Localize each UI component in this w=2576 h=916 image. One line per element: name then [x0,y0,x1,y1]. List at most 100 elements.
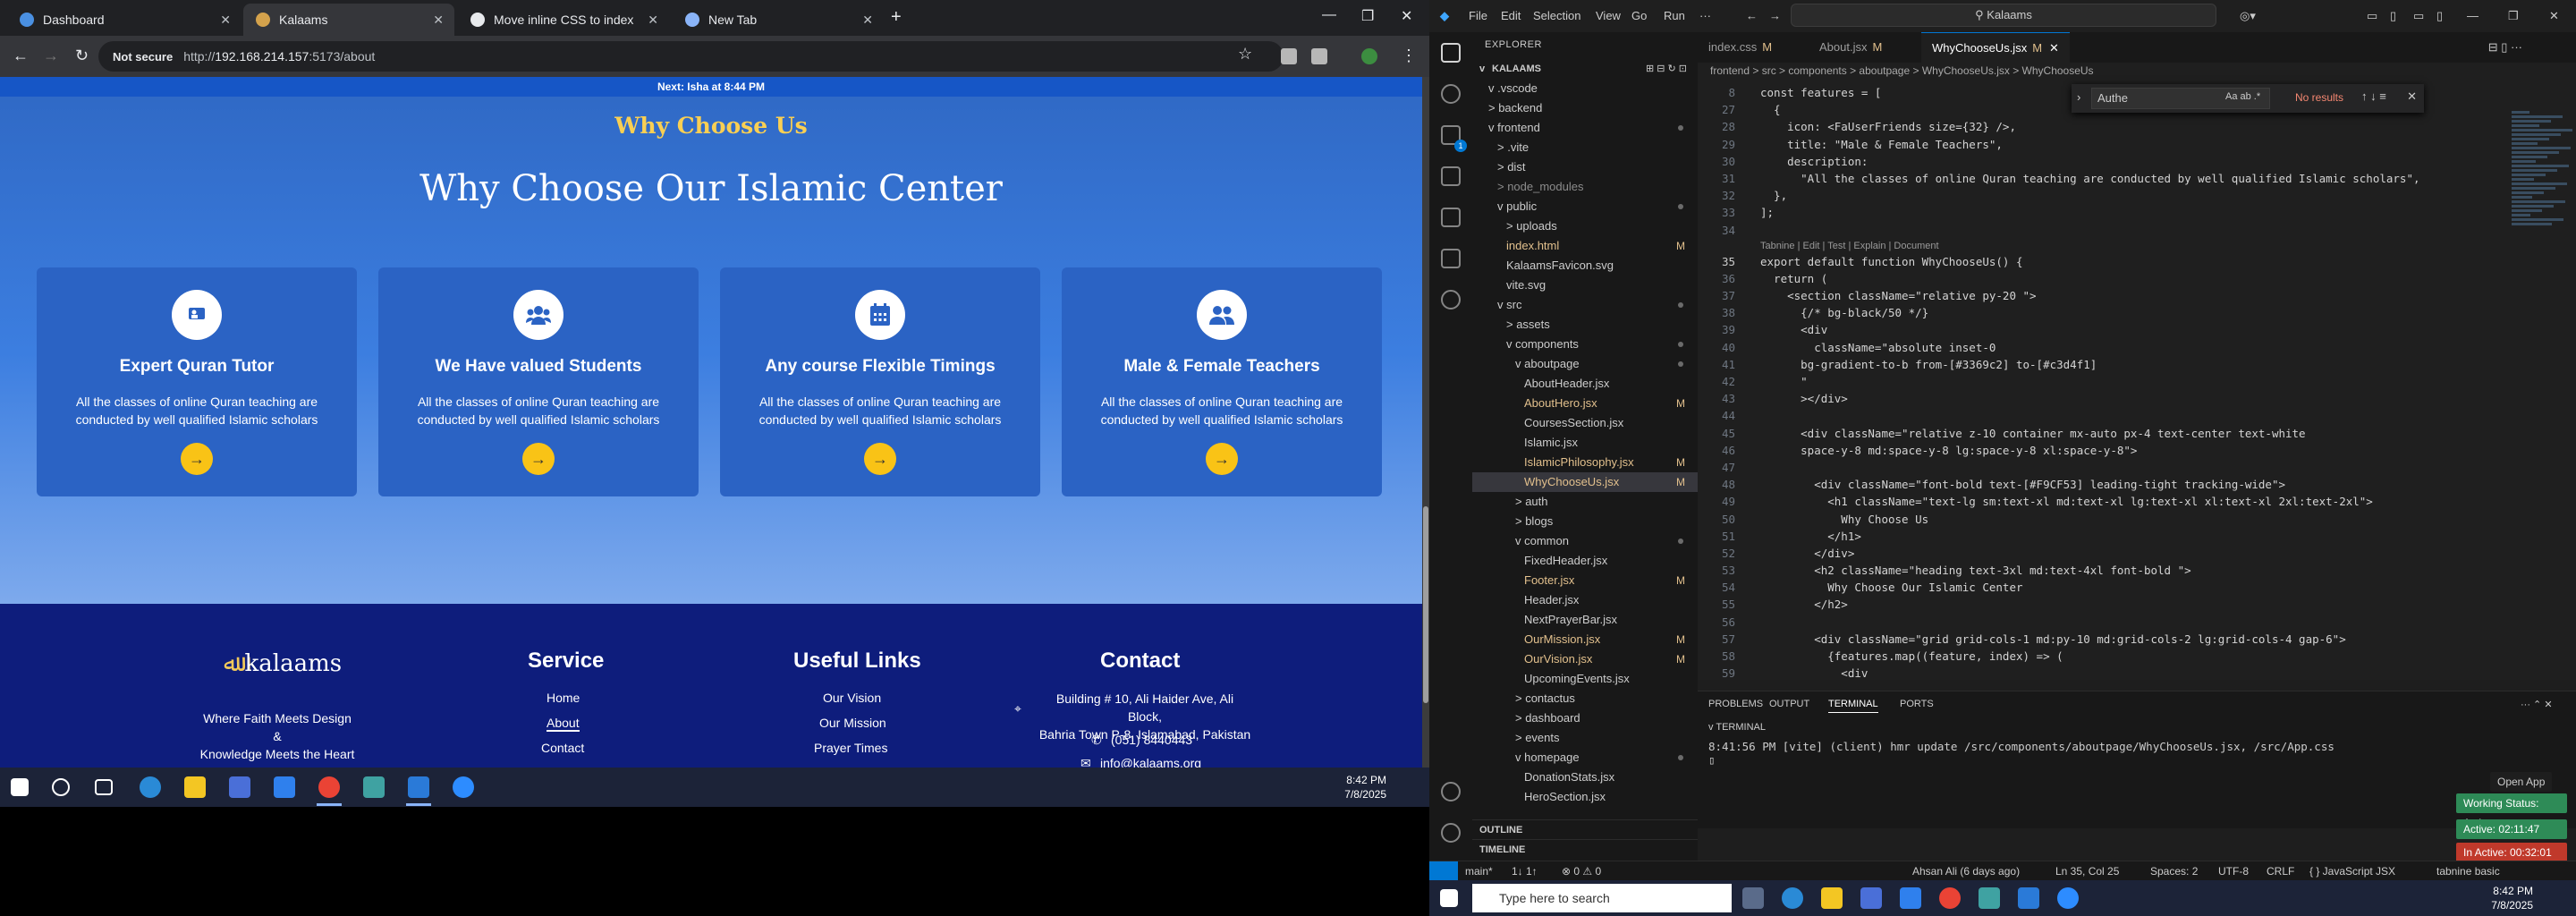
close-icon[interactable]: ✕ [433,13,444,28]
tab-index-css[interactable]: index.css M [1698,32,1783,63]
line-ending[interactable]: CRLF [2267,865,2294,878]
extensions-puzzle-icon[interactable] [1311,48,1327,64]
code-line[interactable]: 39 <div [1698,321,2576,338]
file-tree-item[interactable]: > backend [1472,98,1698,118]
code-line[interactable]: 54 Why Choose Our Islamic Center [1698,579,2576,596]
indentation[interactable]: Spaces: 2 [2150,865,2198,878]
file-tree-item[interactable]: > .vite [1472,138,1698,157]
kalaams-logo[interactable]: ﷲ kalaams [224,650,342,677]
file-tree-item[interactable]: > assets [1472,315,1698,335]
back-arrow-icon[interactable]: ← [13,47,29,65]
file-tree-item[interactable]: NextPrayerBar.jsx [1472,610,1698,630]
toggle-secondary-icon[interactable]: ▯ [2436,9,2443,23]
terminal-output[interactable]: 8:41:56 PM [vite] (client) hmr update /s… [1708,740,2334,767]
file-tree-item[interactable]: > dashboard [1472,708,1698,728]
remote-explorer-icon[interactable] [1441,249,1461,268]
close-tab-icon[interactable]: ✕ [2049,41,2059,55]
code-line[interactable]: 52 </div> [1698,545,2576,562]
remote-indicator-icon[interactable] [1429,861,1458,881]
git-branch[interactable]: main* [1465,865,1493,878]
window-close-icon[interactable]: ✕ [1401,7,1412,25]
tabnine-icon[interactable] [1441,290,1461,310]
code-line[interactable]: 37 <section className="relative py-20 "> [1698,287,2576,304]
explorer-actions-icon[interactable]: ⊞ ⊟ ↻ ⊡ [1646,59,1687,79]
tab-dashboard[interactable]: Dashboard ✕ [7,4,242,36]
panel-tab-problems[interactable]: PROBLEMS [1708,699,1763,709]
search-icon[interactable] [1441,84,1461,104]
extensions-icon[interactable] [1441,208,1461,227]
file-tree-item[interactable]: DonationStats.jsx [1472,768,1698,787]
code-line[interactable]: 46 space-y-8 md:space-y-8 lg:space-y-8 x… [1698,442,2576,459]
split-editor-icon[interactable]: ⊟ ▯ ··· [2488,40,2522,55]
footer-link-prayer-times[interactable]: Prayer Times [814,741,887,755]
code-line[interactable]: 45 <div className="relative z-10 contain… [1698,425,2576,442]
match-options-icon[interactable]: Aa ab .* [2225,91,2260,102]
menu-kebab-icon[interactable]: ⋮ [1401,47,1417,65]
maximize-icon[interactable]: ❐ [2508,9,2519,23]
close-icon[interactable]: ✕ [648,13,658,28]
footer-link-our-mission[interactable]: Our Mission [819,716,886,730]
menu-edit[interactable]: Edit [1501,9,1521,22]
file-tree-item[interactable]: AboutHeader.jsx [1472,374,1698,394]
file-explorer-icon[interactable] [1821,887,1843,909]
panel-tab-terminal[interactable]: TERMINAL [1828,699,1878,713]
code-line[interactable]: 44 [1698,407,2576,424]
file-tree-item[interactable]: v homepage [1472,748,1698,768]
menu-view[interactable]: View [1596,9,1621,22]
file-tree-item[interactable]: KalaamsFavicon.svg [1472,256,1698,276]
tab-move-inline-css[interactable]: Move inline CSS to index ✕ [458,4,669,36]
close-icon[interactable]: ✕ [220,13,231,28]
card-arrow-button[interactable]: → [522,443,555,475]
tab-new-tab[interactable]: New Tab ✕ [673,4,884,36]
code-line[interactable]: 42 " [1698,373,2576,390]
store-icon[interactable] [1860,887,1882,909]
account-icon[interactable] [1441,782,1461,802]
file-tree-item[interactable]: UpcomingEvents.jsx [1472,669,1698,689]
card-arrow-button[interactable]: → [1206,443,1238,475]
page-scrollbar[interactable] [1422,77,1429,768]
file-tree-item[interactable]: index.html M [1472,236,1698,256]
menu-run[interactable]: Run [1664,9,1685,22]
code-lines[interactable]: 8 const features = [27 {28 icon: <FaUserF… [1698,84,2576,682]
code-line[interactable]: 47 [1698,459,2576,476]
open-app-button[interactable]: Open App [2490,772,2553,792]
mail-icon[interactable] [1900,887,1921,909]
footer-link-home[interactable]: Home [547,691,580,705]
toggle-panel-icon[interactable]: ▭ [2413,9,2424,23]
explorer-files-icon[interactable] [1441,43,1461,63]
copilot-icon[interactable]: ◎▾ [2240,9,2256,23]
address-bar[interactable]: Not secure http://192.168.214.157:5173/a… [98,41,1284,72]
close-icon[interactable]: ✕ [862,13,873,28]
chrome-icon[interactable] [1939,887,1961,909]
panel-tab-output[interactable]: OUTPUT [1769,699,1809,709]
file-tree-item[interactable]: > auth [1472,492,1698,512]
zoom-icon[interactable] [453,776,474,798]
problems-count[interactable]: ⊗ 0 ⚠ 0 [1562,865,1601,878]
file-tree-item[interactable]: IslamicPhilosophy.jsx M [1472,453,1698,472]
footer-phone[interactable]: (051) 8440443 [1111,731,1192,749]
app-icon[interactable] [363,776,385,798]
task-view-icon[interactable] [95,779,113,795]
toggle-replace-icon[interactable]: › [2077,90,2080,104]
footer-email[interactable]: info@kalaams.org [1100,754,1201,768]
file-tree-item[interactable]: CoursesSection.jsx [1472,413,1698,433]
scrollbar-thumb[interactable] [1423,506,1428,703]
toggle-sidebar-icon[interactable]: ▯ [2390,9,2396,23]
workspace-root[interactable]: v KALAAMS ⊞ ⊟ ↻ ⊡ [1472,59,1698,79]
nav-forward-icon[interactable]: → [1769,9,1781,22]
windows-start-icon[interactable] [1440,889,1458,907]
code-line[interactable]: 55 </h2> [1698,596,2576,613]
tabnine-status[interactable]: tabnine basic [2436,865,2500,878]
file-tree-item[interactable]: HeroSection.jsx [1472,787,1698,807]
file-tree-item[interactable]: v .vscode [1472,79,1698,98]
tab-whychooseus-jsx[interactable]: WhyChooseUs.jsx M ✕ [1921,32,2070,63]
extension-icon[interactable] [1281,48,1297,64]
taskbar-clock[interactable]: 8:42 PM 7/8/2025 [1344,773,1386,802]
maximize-icon[interactable]: ❐ [1361,7,1374,25]
code-line[interactable]: 53 <h2 className="heading text-3xl md:te… [1698,562,2576,579]
card-arrow-button[interactable]: → [181,443,213,475]
code-line[interactable]: 30 description: [1698,153,2576,170]
file-tree-item[interactable]: v frontend [1472,118,1698,138]
run-debug-icon[interactable] [1441,166,1461,186]
zoom-icon[interactable] [2057,887,2079,909]
